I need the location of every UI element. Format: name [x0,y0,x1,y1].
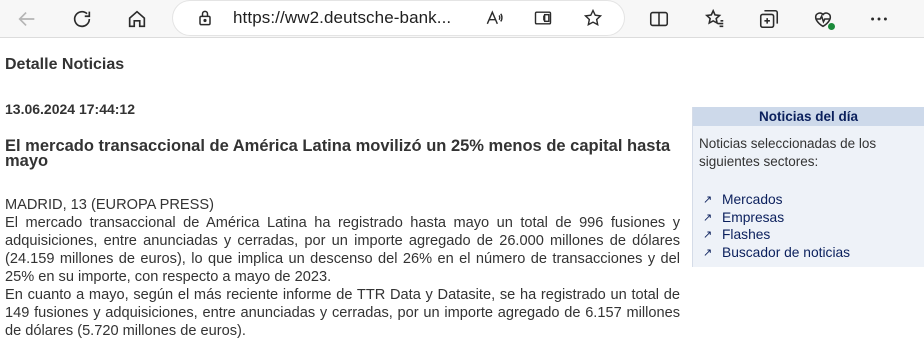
split-screen-button[interactable] [644,4,674,34]
article-paragraph: El mercado transaccional de América Lati… [5,215,680,285]
sidebar-link-item[interactable]: ↗ Flashes [703,226,924,244]
refresh-button[interactable] [67,4,97,34]
app-available-icon[interactable] [531,6,555,30]
sidebar-link-flashes[interactable]: Flashes [722,227,770,242]
arrow-up-right-icon: ↗ [703,229,713,242]
arrow-up-right-icon: ↗ [703,246,713,259]
status-dot-icon [827,22,836,31]
favorites-list-icon [704,8,724,28]
arrow-up-right-icon: ↗ [703,211,713,224]
more-dots-icon [871,17,887,21]
news-headline: El mercado transaccional de América Lati… [5,137,671,170]
article-dateline: MADRID, 13 (EUROPA PRESS) [5,197,214,213]
sidebar-link-list: ↗ Mercados ↗ Empresas ↗ Flashes ↗ Buscad… [693,191,924,261]
collections-button[interactable] [754,4,784,34]
lock-icon[interactable] [193,6,217,30]
home-button[interactable] [122,4,152,34]
page-heading: Detalle Noticias [5,56,125,73]
collections-icon [759,9,779,29]
split-screen-icon [649,11,669,27]
refresh-icon [73,10,91,28]
news-sidebar: Noticias del día Noticias seleccionadas … [692,107,924,267]
url-text[interactable]: https://ww2.deutsche-bank... [233,8,451,28]
arrow-up-right-icon: ↗ [703,194,713,207]
favorites-button[interactable] [700,4,730,34]
sidebar-link-empresas[interactable]: Empresas [722,210,784,225]
back-button[interactable] [12,4,42,34]
sidebar-title: Noticias del día [693,107,924,126]
browser-essentials-button[interactable] [808,4,838,34]
more-menu-button[interactable] [864,4,894,34]
sidebar-link-item[interactable]: ↗ Empresas [703,209,924,227]
sidebar-link-item[interactable]: ↗ Mercados [703,191,924,209]
article-paragraph: En cuanto a mayo, según el más reciente … [5,287,680,339]
address-bar[interactable]: https://ww2.deutsche-bank... [173,1,624,35]
sidebar-link-mercados[interactable]: Mercados [722,192,783,207]
sidebar-description: Noticias seleccionadas de los siguientes… [699,136,877,169]
browser-toolbar: https://ww2.deutsche-bank... [0,0,924,38]
sidebar-link-buscador[interactable]: Buscador de noticias [722,245,850,260]
news-timestamp: 13.06.2024 17:44:12 [5,101,135,117]
sidebar-link-item[interactable]: ↗ Buscador de noticias [703,244,924,262]
back-arrow-icon [18,11,35,27]
article-body: MADRID, 13 (EUROPA PRESS) El mercado tra… [5,196,680,340]
favorite-star-icon[interactable] [581,6,605,30]
home-icon [128,10,146,28]
read-aloud-icon[interactable] [482,6,506,30]
